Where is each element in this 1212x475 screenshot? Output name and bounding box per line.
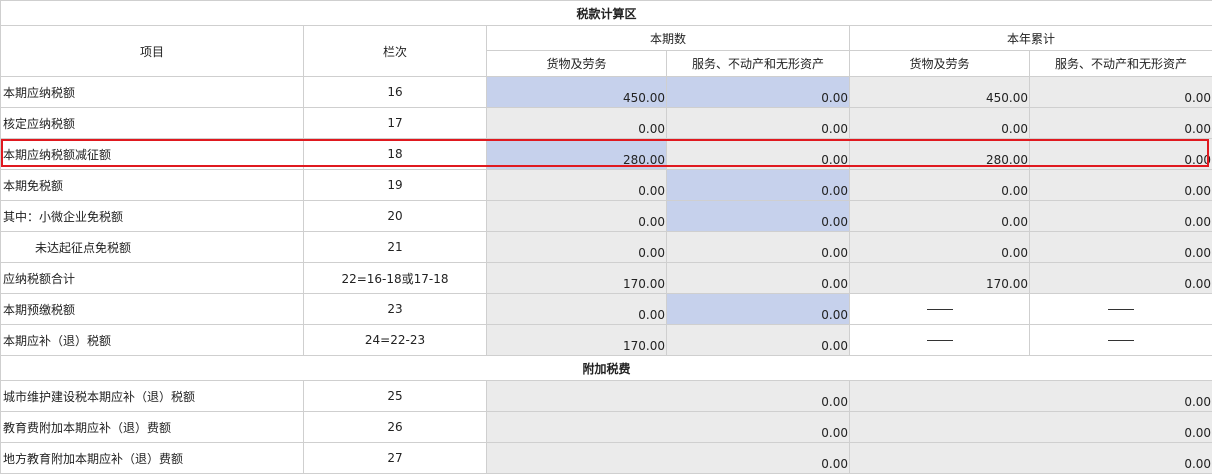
row-line: 26: [303, 411, 487, 443]
row-line: 20: [303, 200, 487, 232]
ytd-services-value: 0.00: [1028, 200, 1212, 232]
table-row: 未达起征点免税额 21 0.00 0.00 0.00 0.00: [0, 231, 1212, 263]
row-label: 本期预缴税额: [0, 293, 304, 325]
table-row: 应纳税额合计 22=16-18或17-18 170.00 0.00 170.00…: [0, 262, 1212, 294]
surtax-current-value: 0.00: [486, 442, 850, 474]
header-current-services: 服务、不动产和无形资产: [666, 50, 850, 77]
ytd-goods-value: 170.00: [849, 262, 1030, 294]
row-line: 22=16-18或17-18: [303, 262, 487, 294]
current-services-value: 0.00: [666, 231, 850, 263]
surtax-current-value: 0.00: [486, 380, 850, 412]
current-goods-value: 170.00: [486, 324, 667, 356]
table-row: 本期预缴税额 23 0.00 0.00: [0, 293, 1212, 325]
row-label: 教育费附加本期应补（退）费额: [0, 411, 304, 443]
dash-mark: [926, 309, 953, 310]
row-label: 核定应纳税额: [0, 107, 304, 139]
ytd-goods-value: 450.00: [849, 76, 1030, 108]
dash-mark: [926, 340, 953, 341]
surtax-ytd-value: 0.00: [848, 380, 1212, 412]
row-line: 18: [303, 138, 487, 170]
header-line: 栏次: [303, 25, 487, 77]
current-services-input[interactable]: 0.00: [666, 293, 850, 325]
table-row: 教育费附加本期应补（退）费额 26 0.00 0.00: [0, 411, 1212, 443]
current-goods-value: 0.00: [486, 293, 667, 325]
current-goods-input[interactable]: 280.00: [486, 138, 667, 170]
current-services-value: 0.00: [666, 138, 850, 170]
row-line: 19: [303, 169, 487, 201]
row-label: 城市维护建设税本期应补（退）税额: [0, 380, 304, 412]
table-row-highlighted: 本期应纳税额减征额 18 280.00 0.00 280.00 0.00: [0, 138, 1212, 170]
current-services-input[interactable]: 0.00: [666, 169, 850, 201]
dash-mark: [1108, 340, 1135, 341]
table-row: 本期应纳税额 16 450.00 0.00 450.00 0.00: [0, 76, 1212, 108]
header-current-goods: 货物及劳务: [486, 50, 667, 77]
table-row: 城市维护建设税本期应补（退）税额 25 0.00 0.00: [0, 380, 1212, 412]
current-goods-input[interactable]: 450.00: [486, 76, 667, 108]
table-row: 本期免税额 19 0.00 0.00 0.00 0.00: [0, 169, 1212, 201]
ytd-services-not-applicable: [1028, 293, 1212, 325]
surtax-current-value: 0.00: [486, 411, 850, 443]
header-year-to-date: 本年累计: [848, 25, 1212, 51]
ytd-goods-value: 0.00: [849, 231, 1030, 263]
ytd-services-value: 0.00: [1028, 231, 1212, 263]
row-label: 地方教育附加本期应补（退）费额: [0, 442, 304, 474]
dash-mark: [1108, 309, 1135, 310]
ytd-services-not-applicable: [1028, 324, 1212, 356]
tax-calculation-table: 税款计算区 项目 栏次 本期数 本年累计 货物及劳务 服务、不动产和无形资产 货…: [0, 0, 1212, 474]
ytd-services-value: 0.00: [1028, 107, 1212, 139]
row-line: 17: [303, 107, 487, 139]
current-goods-value: 0.00: [486, 200, 667, 232]
ytd-goods-not-applicable: [849, 324, 1030, 356]
current-services-value: 0.00: [666, 324, 850, 356]
row-label: 未达起征点免税额: [0, 231, 304, 263]
row-line: 25: [303, 380, 487, 412]
table-row: 其中：小微企业免税额 20 0.00 0.00 0.00 0.00: [0, 200, 1212, 232]
current-goods-value: 0.00: [486, 169, 667, 201]
table-row: 地方教育附加本期应补（退）费额 27 0.00 0.00: [0, 442, 1212, 474]
section-title-surtax: 附加税费: [0, 355, 1212, 381]
current-services-input[interactable]: 0.00: [666, 200, 850, 232]
current-goods-value: 170.00: [486, 262, 667, 294]
surtax-ytd-value: 0.00: [848, 442, 1212, 474]
ytd-goods-value: 280.00: [849, 138, 1030, 170]
header-item: 项目: [0, 25, 304, 77]
header-ytd-goods: 货物及劳务: [849, 50, 1030, 77]
row-label: 本期应补（退）税额: [0, 324, 304, 356]
row-label: 本期应纳税额: [0, 76, 304, 108]
row-line: 21: [303, 231, 487, 263]
row-line: 24=22-23: [303, 324, 487, 356]
table-row: 本期应补（退）税额 24=22-23 170.00 0.00: [0, 324, 1212, 356]
current-services-input[interactable]: 0.00: [666, 76, 850, 108]
current-goods-value: 0.00: [486, 107, 667, 139]
header-ytd-services: 服务、不动产和无形资产: [1028, 50, 1212, 77]
section-title-tax-calculation: 税款计算区: [0, 0, 1212, 26]
row-label: 本期应纳税额减征额: [0, 138, 304, 170]
ytd-services-value: 0.00: [1028, 76, 1212, 108]
header-current-period: 本期数: [486, 25, 850, 51]
table-row: 核定应纳税额 17 0.00 0.00 0.00 0.00: [0, 107, 1212, 139]
current-services-value: 0.00: [666, 107, 850, 139]
surtax-ytd-value: 0.00: [848, 411, 1212, 443]
ytd-services-value: 0.00: [1028, 262, 1212, 294]
ytd-goods-value: 0.00: [849, 107, 1030, 139]
row-label: 应纳税额合计: [0, 262, 304, 294]
ytd-services-value: 0.00: [1028, 169, 1212, 201]
current-services-value: 0.00: [666, 262, 850, 294]
ytd-goods-value: 0.00: [849, 169, 1030, 201]
ytd-goods-value: 0.00: [849, 200, 1030, 232]
row-label: 本期免税额: [0, 169, 304, 201]
row-line: 16: [303, 76, 487, 108]
row-line: 27: [303, 442, 487, 474]
row-line: 23: [303, 293, 487, 325]
ytd-goods-not-applicable: [849, 293, 1030, 325]
row-label: 其中：小微企业免税额: [0, 200, 304, 232]
current-goods-value: 0.00: [486, 231, 667, 263]
ytd-services-value: 0.00: [1028, 138, 1212, 170]
